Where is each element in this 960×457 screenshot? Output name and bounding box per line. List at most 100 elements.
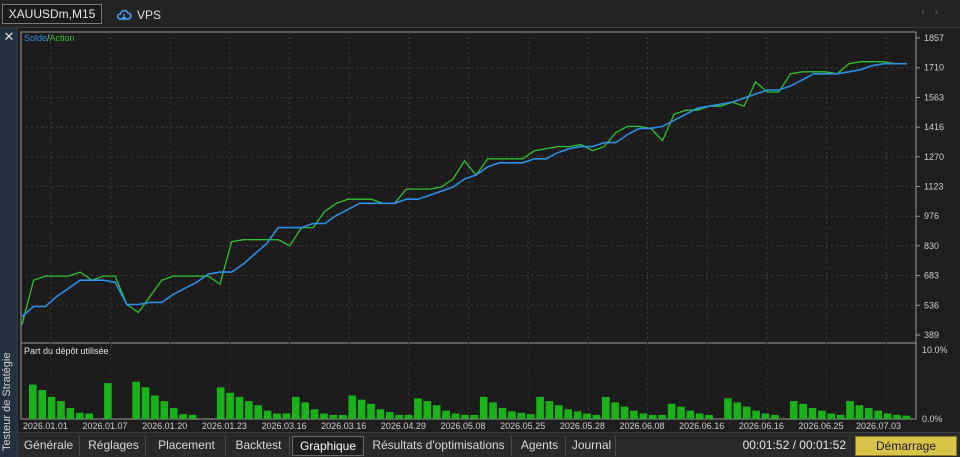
deposit-bar bbox=[818, 410, 826, 419]
elapsed-timer: 00:01:52 / 00:01:52 bbox=[742, 438, 846, 452]
legend-action: Action bbox=[50, 33, 75, 43]
chart-legend: Solde/Action bbox=[24, 33, 75, 43]
tester-graph: 1857 1710 1563 1416 1270 1123 976 830 683 536 389 … bbox=[18, 28, 960, 432]
deposit-bar bbox=[658, 414, 666, 419]
tab-r-glages[interactable]: Réglages bbox=[82, 436, 146, 456]
deposit-bar bbox=[555, 405, 563, 419]
deposit-bar bbox=[761, 413, 770, 419]
tab-journal[interactable]: Journal bbox=[568, 436, 616, 456]
deposit-bar bbox=[536, 396, 544, 419]
deposit-bar bbox=[47, 396, 56, 419]
deposit-bar bbox=[348, 395, 356, 419]
deposit-bar bbox=[893, 414, 901, 419]
deposit-bar bbox=[808, 408, 817, 419]
deposit-bar bbox=[216, 387, 225, 419]
subchart-title: Part du dépôt utilisée bbox=[24, 346, 109, 356]
deposit-bar bbox=[508, 411, 516, 419]
y-tick-label: 1857 bbox=[924, 33, 944, 43]
symbol-tab[interactable]: XAUUSDm,M15 bbox=[2, 4, 102, 24]
deposit-bar bbox=[517, 412, 526, 419]
tab-agents[interactable]: Agents bbox=[514, 436, 566, 456]
deposit-bar bbox=[686, 410, 695, 419]
deposit-bar bbox=[724, 398, 732, 419]
vps-label: VPS bbox=[137, 8, 162, 22]
close-icon[interactable]: ✕ bbox=[2, 30, 16, 44]
deposit-bar bbox=[310, 409, 319, 419]
x-tick-label: 2026.01.23 bbox=[202, 421, 247, 431]
x-tick-label: 2026.01.20 bbox=[142, 421, 187, 431]
sub-y-tick-label: 0.0% bbox=[922, 414, 943, 424]
vps-tab[interactable]: VPS bbox=[116, 6, 161, 24]
deposit-bar bbox=[827, 413, 836, 419]
tab-scroll-arrows[interactable]: ‹› bbox=[921, 7, 948, 18]
deposit-bar bbox=[339, 414, 347, 419]
deposit-bar bbox=[151, 395, 159, 419]
deposit-bar bbox=[874, 410, 882, 419]
deposit-bar bbox=[545, 401, 554, 419]
deposit-bar bbox=[620, 406, 629, 419]
deposit-bar bbox=[235, 396, 244, 419]
tab-placement[interactable]: Placement bbox=[148, 436, 226, 456]
deposit-bar bbox=[752, 410, 760, 419]
tab-g-n-rale[interactable]: Générale bbox=[18, 436, 80, 456]
deposit-bar bbox=[386, 412, 394, 419]
x-tick-label: 2026.05.28 bbox=[560, 421, 605, 431]
deposit-bar bbox=[836, 414, 845, 419]
start-button[interactable]: Démarrage bbox=[855, 436, 957, 456]
deposit-bar bbox=[85, 413, 93, 419]
deposit-bar bbox=[254, 405, 262, 419]
y-tick-label: 830 bbox=[924, 241, 939, 251]
x-tick-label: 2026.03.16 bbox=[262, 421, 307, 431]
deposit-bar bbox=[573, 411, 582, 419]
deposit-bar bbox=[132, 381, 140, 419]
deposit-bar bbox=[179, 414, 187, 419]
x-tick-label: 2026.06.25 bbox=[799, 421, 844, 431]
y-tick-label: 1416 bbox=[924, 122, 944, 132]
deposit-bar bbox=[320, 413, 328, 419]
deposit-bar bbox=[301, 402, 309, 419]
x-tick-label: 2026.06.16 bbox=[679, 421, 724, 431]
deposit-bar bbox=[902, 415, 911, 420]
deposit-bar bbox=[489, 402, 497, 419]
deposit-bar bbox=[564, 409, 572, 419]
deposit-bar bbox=[38, 390, 46, 419]
deposit-bar bbox=[66, 408, 75, 419]
deposit-bar bbox=[57, 401, 65, 419]
deposit-bar bbox=[432, 405, 441, 419]
deposit-bar bbox=[29, 384, 37, 419]
y-tick-label: 1123 bbox=[924, 182, 943, 192]
deposit-bar bbox=[292, 396, 300, 419]
deposit-bar bbox=[498, 408, 507, 419]
x-tick-label: 2026.01.07 bbox=[83, 421, 128, 431]
deposit-bar bbox=[404, 414, 413, 419]
y-tick-label: 683 bbox=[924, 271, 939, 281]
y-tick-label: 1563 bbox=[924, 92, 944, 102]
deposit-bar bbox=[461, 414, 469, 419]
x-tick-label: 2026.05.08 bbox=[441, 421, 486, 431]
deposit-bar bbox=[526, 414, 535, 419]
deposit-bar bbox=[705, 414, 713, 419]
deposit-bar bbox=[695, 413, 704, 419]
y-tick-label: 976 bbox=[924, 211, 939, 221]
deposit-bar bbox=[855, 405, 864, 419]
legend-solde: Solde bbox=[24, 33, 47, 43]
deposit-bar bbox=[245, 401, 253, 419]
deposit-bar bbox=[846, 401, 854, 419]
y-tick-label: 1270 bbox=[924, 152, 944, 162]
x-axis-ticks: 2026.01.01 2026.01.07 2026.01.20 2026.01.23… bbox=[23, 421, 901, 431]
deposit-bar bbox=[423, 401, 432, 419]
deposit-bar bbox=[367, 403, 375, 419]
tab-graphique[interactable]: Graphique bbox=[292, 436, 364, 456]
x-tick-label: 2026.07.03 bbox=[856, 421, 901, 431]
side-panel-strip: ✕ Testeur de Stratégie bbox=[0, 28, 18, 457]
x-tick-label: 2026.04.29 bbox=[381, 421, 426, 431]
tab-backtest[interactable]: Backtest bbox=[228, 436, 290, 456]
deposit-bar bbox=[414, 398, 422, 419]
y-tick-label: 1710 bbox=[924, 63, 944, 73]
deposit-bar bbox=[799, 403, 807, 419]
x-tick-label: 2026.01.01 bbox=[23, 421, 68, 431]
deposit-bar bbox=[282, 413, 291, 419]
deposit-bar bbox=[742, 406, 751, 419]
deposit-bar bbox=[649, 414, 657, 419]
tab-r-sultats-d-optimisations[interactable]: Résultats d'optimisations bbox=[366, 436, 512, 456]
